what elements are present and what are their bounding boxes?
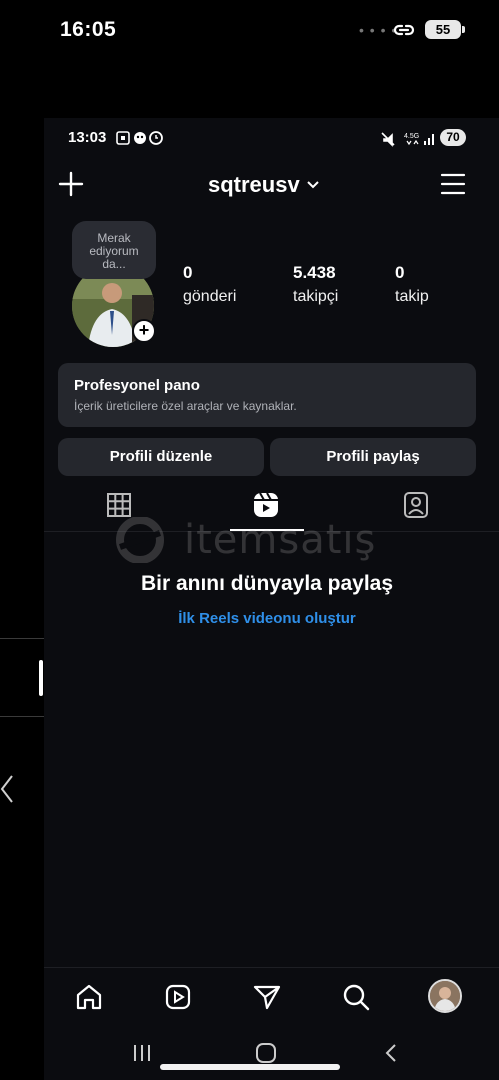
svg-text:4.5G: 4.5G	[404, 133, 419, 140]
outer-status-bar: 16:05 • • • • 55	[0, 0, 499, 60]
home-indicator-bar[interactable]	[160, 1064, 340, 1070]
profile-avatar-area[interactable]: Merak ediyorum da... +	[72, 221, 158, 347]
username-label: sqtreusv	[208, 172, 300, 197]
search-icon[interactable]	[341, 982, 371, 1012]
system-navigation-bar	[44, 1028, 499, 1080]
profile-avatar-image	[430, 981, 460, 1011]
recents-icon[interactable]	[130, 1042, 154, 1064]
posts-label: gönderi	[183, 288, 237, 305]
followers-count: 5.438	[293, 263, 336, 282]
side-text-cursor	[39, 660, 43, 696]
instagram-profile-screen: 13:03 4.5G 70 sqtreusv Merak ediyorum da…	[44, 118, 499, 1080]
bottom-navigation	[44, 974, 499, 1020]
followers-label: takipçi	[293, 288, 339, 305]
home-icon[interactable]	[74, 982, 104, 1012]
reels-nav-icon[interactable]	[163, 982, 193, 1012]
create-first-reel-link[interactable]: İlk Reels videonu oluştur	[44, 610, 490, 627]
status-notification-icons	[116, 131, 163, 145]
following-label: takip	[395, 288, 429, 305]
side-divider	[0, 638, 44, 639]
profile-avatar[interactable]	[428, 979, 462, 1013]
profile-note-bubble[interactable]: Merak ediyorum da...	[72, 221, 156, 279]
add-story-plus-icon[interactable]: +	[132, 319, 156, 343]
posts-stat[interactable]: 0 gönderi	[183, 263, 236, 306]
inner-signal-icons: 4.5G	[381, 132, 434, 147]
account-switcher[interactable]: sqtreusv	[208, 170, 320, 200]
edit-profile-button[interactable]: Profili düzenle	[58, 438, 264, 476]
following-count: 0	[395, 263, 405, 282]
inner-status-bar: 13:03 4.5G 70	[44, 118, 499, 158]
chevron-down-icon	[307, 181, 319, 189]
grid-icon[interactable]	[104, 490, 134, 520]
link-icon	[393, 24, 415, 36]
send-icon[interactable]	[252, 982, 282, 1012]
home-button-icon[interactable]	[254, 1042, 278, 1064]
side-panel	[0, 0, 44, 1080]
watermark-text: itemsatış	[184, 517, 377, 563]
reels-icon[interactable]	[251, 490, 281, 520]
empty-state-title: Bir anını dünyayla paylaş	[140, 572, 394, 595]
hamburger-menu-icon[interactable]	[440, 172, 466, 196]
plus-icon[interactable]	[58, 171, 84, 197]
profile-top-bar: sqtreusv	[44, 164, 499, 204]
note-text-line: da...	[102, 257, 126, 271]
outer-clock: 16:05	[60, 18, 117, 41]
inner-clock: 13:03	[68, 129, 107, 146]
share-profile-button[interactable]: Profili paylaş	[270, 438, 476, 476]
posts-count: 0	[183, 263, 193, 282]
followers-stat[interactable]: 5.438 takipçi	[293, 263, 338, 306]
outer-battery-badge: 55	[425, 20, 465, 39]
side-back-chevron-icon[interactable]	[0, 772, 16, 806]
pro-dashboard-description: İçerik üreticilere özel araçlar ve kayna…	[74, 399, 297, 413]
pro-dashboard-title: Profesyonel pano	[74, 377, 200, 394]
back-icon[interactable]	[380, 1042, 404, 1064]
watermark-logo-icon	[116, 516, 164, 564]
professional-dashboard-card[interactable]: Profesyonel pano İçerik üreticilere özel…	[58, 363, 476, 427]
watermark-logo: itemsatış	[106, 516, 406, 564]
inner-battery-badge: 70	[440, 129, 466, 146]
bottom-nav-divider	[44, 967, 499, 968]
following-stat[interactable]: 0 takip	[395, 263, 429, 306]
side-divider	[0, 716, 44, 717]
tagged-user-icon[interactable]	[401, 490, 431, 520]
